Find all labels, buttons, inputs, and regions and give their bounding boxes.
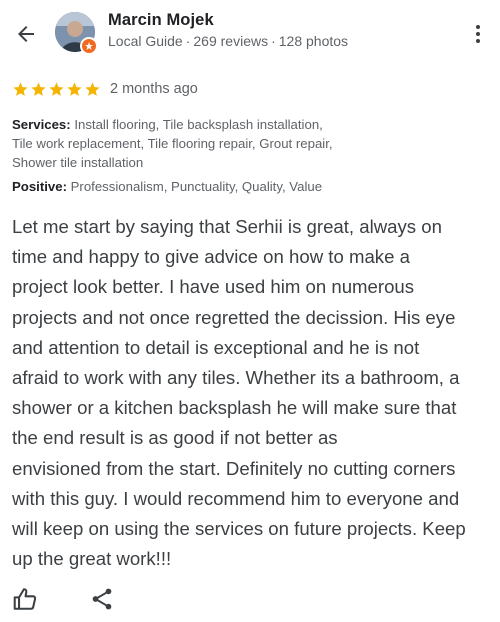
services-line: Tile work replacement, Tile flooring rep… xyxy=(12,136,333,151)
review-line: Let me start by saying that Serhii is gr… xyxy=(12,216,442,237)
thumbs-up-icon xyxy=(13,588,37,610)
local-guide-badge-icon xyxy=(80,37,98,55)
review-header: Marcin Mojek Local Guide · 269 reviews · 128… xyxy=(0,0,500,66)
like-button[interactable] xyxy=(12,586,38,612)
review-date: 2 months ago xyxy=(110,81,198,97)
local-guide-label: Local Guide xyxy=(108,33,183,49)
review-actions xyxy=(0,584,500,616)
reviewer-meta: Local Guide · 269 reviews · 128 photos xyxy=(108,33,348,49)
review-line: shower or a kitchen backsplash he will m… xyxy=(12,397,457,419)
share-icon xyxy=(92,588,112,610)
meta-separator: · xyxy=(271,33,276,49)
star-rating xyxy=(12,81,101,98)
review-line: will keep on using the services on futur… xyxy=(12,518,466,540)
share-button[interactable] xyxy=(89,586,115,612)
star-icon xyxy=(49,81,64,96)
positive-label: Positive: xyxy=(12,179,67,194)
arrow-back-icon xyxy=(18,26,34,42)
photo-count: 128 photos xyxy=(278,33,349,49)
review-line: afraid to work with any tiles. Whether i… xyxy=(12,367,460,389)
reviewer-name[interactable]: Marcin Mojek xyxy=(108,11,214,30)
rating-row: 2 months ago xyxy=(12,78,198,100)
review-line: projects and not once regretted the deci… xyxy=(12,306,456,328)
back-button[interactable] xyxy=(8,16,44,52)
review-line: and attention to detail is exceptional a… xyxy=(12,336,420,358)
services-line: Shower tile installation xyxy=(12,155,144,170)
services-label: Services: xyxy=(12,117,71,132)
more-vert-icon xyxy=(476,25,480,29)
positive-attribute: Positive: Professionalism, Punctuality, … xyxy=(12,177,482,196)
review-line: up the great work!!! xyxy=(12,548,172,570)
review-line: time and happy to give advice on how to … xyxy=(12,246,410,268)
star-icon xyxy=(13,81,28,96)
reviewer-avatar-container[interactable] xyxy=(55,12,98,55)
review-line: project look better. I have used him on … xyxy=(12,276,415,298)
star-icon xyxy=(67,81,82,96)
review-line: envisioned from the start. Definitely no… xyxy=(12,457,456,479)
star-icon xyxy=(31,81,46,96)
meta-separator: · xyxy=(185,33,191,49)
services-attribute: Services: Install flooring, Tile backspl… xyxy=(12,115,482,172)
review-text: Let me start by saying that Serhii is gr… xyxy=(12,212,494,574)
positive-value: Professionalism, Punctuality, Quality, V… xyxy=(66,179,323,194)
star-icon xyxy=(85,81,100,96)
review-line: with this guy. I would recommend him to … xyxy=(12,487,460,509)
review-line: the end result is as good if not better … xyxy=(12,427,338,449)
more-options-button[interactable] xyxy=(466,16,490,52)
review-count: 269 reviews xyxy=(193,33,269,49)
services-line: Install flooring, Tile backsplash instal… xyxy=(70,117,323,132)
